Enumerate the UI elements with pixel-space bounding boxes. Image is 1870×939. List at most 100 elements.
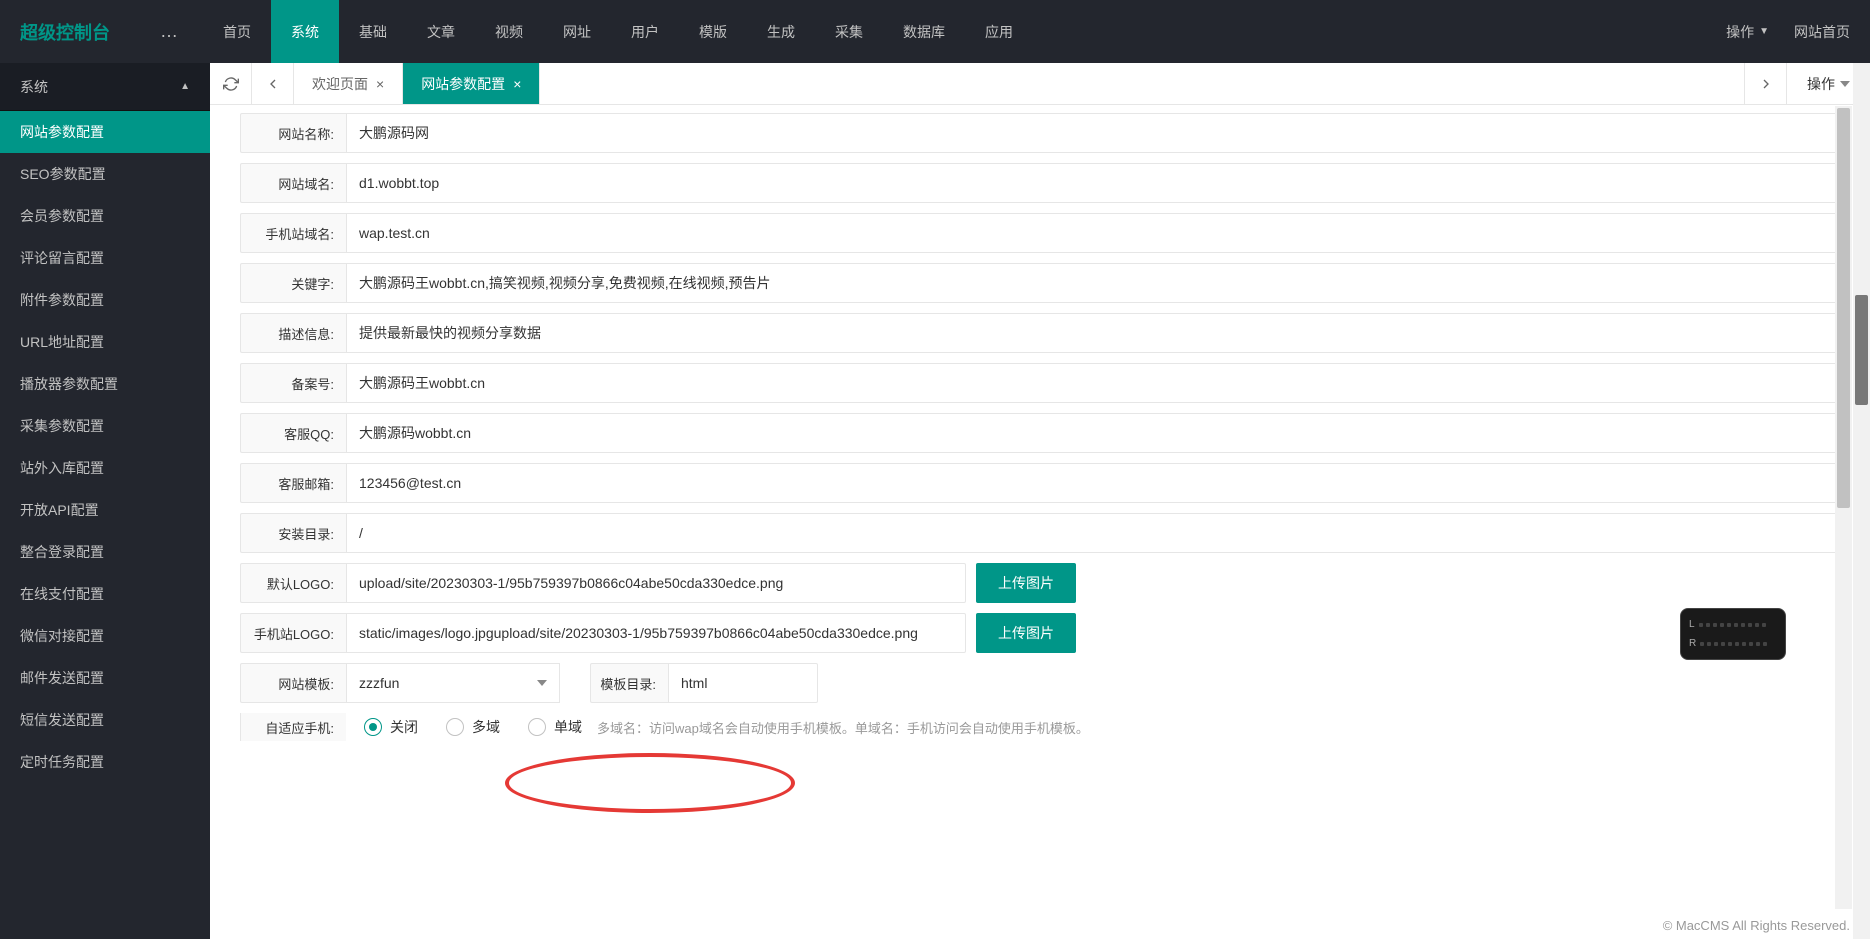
chevron-down-icon: ▼	[1759, 26, 1769, 37]
nav-video[interactable]: 视频	[475, 0, 543, 63]
sidebar-item-comment[interactable]: 评论留言配置	[0, 237, 210, 279]
adaptive-hint: 多域名：访问wap域名会自动使用手机模板。单域名：手机访问会自动使用手机模板。	[597, 718, 1089, 737]
nav-article[interactable]: 文章	[407, 0, 475, 63]
radio-off[interactable]: 关闭	[364, 717, 418, 737]
widget-r: R	[1689, 638, 1696, 649]
sidebar-item-external[interactable]: 站外入库配置	[0, 447, 210, 489]
select-template[interactable]: zzzfun	[346, 663, 560, 703]
operate-dropdown[interactable]: 操作 ▼	[1726, 22, 1769, 42]
row-adaptive: 自适应手机: 关闭 多域 单域 多域名：访问wap域名会自动使用手机模板。单域名…	[240, 713, 1840, 741]
nav-url[interactable]: 网址	[543, 0, 611, 63]
tab-welcome[interactable]: 欢迎页面 ×	[294, 63, 403, 104]
footer: © MacCMS All Rights Reserved.	[1663, 911, 1850, 939]
nav-generate[interactable]: 生成	[747, 0, 815, 63]
dots-icon	[1699, 623, 1766, 627]
input-install-dir[interactable]	[346, 513, 1840, 553]
tab-next-button[interactable]	[1744, 63, 1786, 104]
chevron-down-icon	[1840, 81, 1850, 87]
input-wap-domain[interactable]	[346, 213, 1840, 253]
tab-site-config[interactable]: 网站参数配置 ×	[403, 63, 540, 104]
sidebar-item-login[interactable]: 整合登录配置	[0, 531, 210, 573]
sidebar-header-label: 系统	[20, 77, 48, 97]
label-site-domain: 网站域名:	[240, 163, 346, 203]
input-site-domain[interactable]	[346, 163, 1840, 203]
site-home-link[interactable]: 网站首页	[1794, 22, 1850, 42]
sidebar-item-api[interactable]: 开放API配置	[0, 489, 210, 531]
input-default-logo[interactable]	[346, 563, 966, 603]
upload-default-logo-button[interactable]: 上传图片	[976, 563, 1076, 603]
sidebar-item-site-config[interactable]: 网站参数配置	[0, 111, 210, 153]
label-site-name: 网站名称:	[240, 113, 346, 153]
sidebar-item-cron[interactable]: 定时任务配置	[0, 741, 210, 783]
operate-label: 操作	[1726, 22, 1754, 42]
close-icon[interactable]: ×	[513, 76, 521, 92]
sidebar-item-payment[interactable]: 在线支付配置	[0, 573, 210, 615]
label-template: 网站模板:	[240, 663, 346, 703]
radio-group-adaptive: 关闭 多域 单域	[346, 713, 582, 741]
input-email[interactable]	[346, 463, 1840, 503]
label-qq: 客服QQ:	[240, 413, 346, 453]
nav-home[interactable]: 首页	[203, 0, 271, 63]
nav-collect[interactable]: 采集	[815, 0, 883, 63]
input-qq[interactable]	[346, 413, 1840, 453]
label-template-dir: 模板目录:	[590, 663, 668, 703]
row-qq: 客服QQ:	[240, 413, 1840, 453]
sidebar: 系统 ▲ 网站参数配置 SEO参数配置 会员参数配置 评论留言配置 附件参数配置…	[0, 63, 210, 939]
chevron-left-icon	[265, 76, 281, 92]
float-widget[interactable]: L R	[1680, 608, 1786, 660]
radio-off-label: 关闭	[390, 717, 418, 737]
row-wap-logo: 手机站LOGO: 上传图片	[240, 613, 1840, 653]
input-wap-logo[interactable]	[346, 613, 966, 653]
scrollbar-thumb[interactable]	[1837, 108, 1850, 508]
tab-action-label: 操作	[1807, 74, 1835, 94]
upload-wap-logo-button[interactable]: 上传图片	[976, 613, 1076, 653]
sidebar-item-collect[interactable]: 采集参数配置	[0, 405, 210, 447]
row-site-domain: 网站域名:	[240, 163, 1840, 203]
refresh-icon	[223, 76, 239, 92]
label-wap-domain: 手机站域名:	[240, 213, 346, 253]
sidebar-item-wechat[interactable]: 微信对接配置	[0, 615, 210, 657]
tabs: 欢迎页面 × 网站参数配置 ×	[294, 63, 1744, 104]
radio-icon	[528, 718, 546, 736]
nav-database[interactable]: 数据库	[883, 0, 965, 63]
radio-single[interactable]: 单域	[528, 717, 582, 737]
row-description: 描述信息:	[240, 313, 1840, 353]
form-area: 网站名称: 网站域名: 手机站域名: 关键字: 描述信息: 备案号:	[210, 105, 1870, 939]
scrollbar-thumb[interactable]	[1855, 295, 1868, 405]
content: 欢迎页面 × 网站参数配置 × 操作 网站名称: 网站域名:	[210, 63, 1870, 939]
sidebar-item-member[interactable]: 会员参数配置	[0, 195, 210, 237]
sidebar-header[interactable]: 系统 ▲	[0, 63, 210, 111]
nav-user[interactable]: 用户	[611, 0, 679, 63]
input-icp[interactable]	[346, 363, 1840, 403]
row-wap-domain: 手机站域名:	[240, 213, 1840, 253]
refresh-button[interactable]	[210, 63, 252, 104]
nav-basic[interactable]: 基础	[339, 0, 407, 63]
nav-app[interactable]: 应用	[965, 0, 1033, 63]
input-site-name[interactable]	[346, 113, 1840, 153]
radio-multi[interactable]: 多域	[446, 717, 500, 737]
nav-template[interactable]: 模版	[679, 0, 747, 63]
input-template-dir[interactable]	[668, 663, 818, 703]
inner-scrollbar[interactable]	[1835, 106, 1852, 909]
more-menu[interactable]: …	[160, 21, 178, 42]
sidebar-item-sms[interactable]: 短信发送配置	[0, 699, 210, 741]
row-icp: 备案号:	[240, 363, 1840, 403]
sidebar-item-player[interactable]: 播放器参数配置	[0, 363, 210, 405]
row-default-logo: 默认LOGO: 上传图片	[240, 563, 1840, 603]
nav-system[interactable]: 系统	[271, 0, 339, 63]
input-keywords[interactable]	[346, 263, 1840, 303]
outer-scrollbar[interactable]	[1853, 63, 1870, 939]
sidebar-item-mail[interactable]: 邮件发送配置	[0, 657, 210, 699]
sidebar-item-attachment[interactable]: 附件参数配置	[0, 279, 210, 321]
tab-prev-button[interactable]	[252, 63, 294, 104]
radio-single-label: 单域	[554, 717, 582, 737]
radio-icon	[446, 718, 464, 736]
tab-label: 网站参数配置	[421, 74, 505, 94]
close-icon[interactable]: ×	[376, 76, 384, 92]
input-description[interactable]	[346, 313, 1840, 353]
sidebar-item-seo[interactable]: SEO参数配置	[0, 153, 210, 195]
sidebar-item-url[interactable]: URL地址配置	[0, 321, 210, 363]
tabsbar: 欢迎页面 × 网站参数配置 × 操作	[210, 63, 1870, 105]
radio-multi-label: 多域	[472, 717, 500, 737]
highlight-circle	[505, 753, 795, 813]
